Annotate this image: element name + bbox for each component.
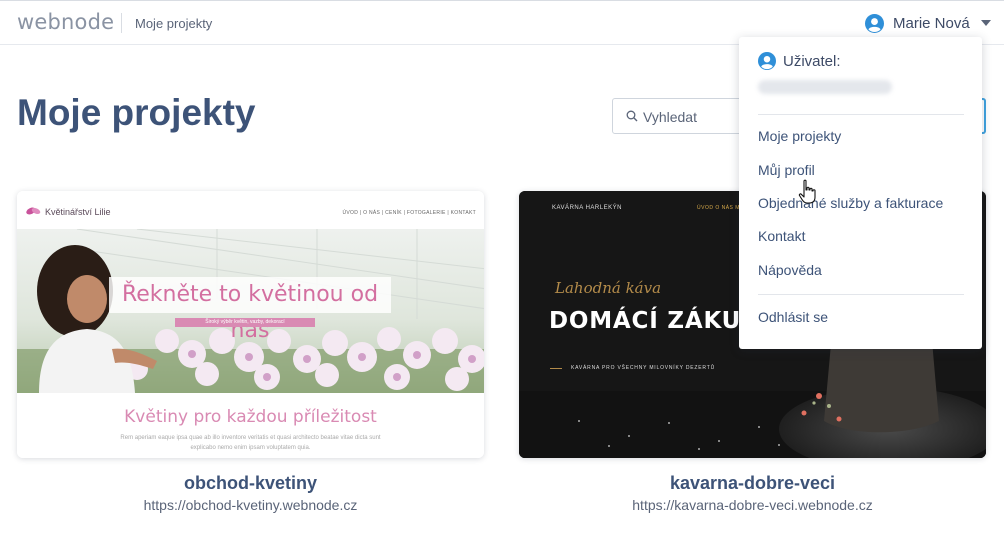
preview-subline: KAVÁRNA PRO VŠECHNY MILOVNÍKY DEZERTŮ — [571, 365, 715, 371]
menu-item-moje-projekty[interactable]: Moje projekty — [758, 128, 841, 144]
preview-section-text: Rem aperiam eaque ipsa quae ab illo inve… — [120, 435, 381, 451]
redacted-email — [758, 80, 892, 94]
webnode-logo[interactable]: webnode — [17, 10, 114, 34]
user-icon — [758, 52, 776, 70]
preview-brand: KAVÁRNA HARLEKÝN — [552, 205, 622, 211]
menu-item-logout[interactable]: Odhlásit se — [758, 309, 828, 325]
flower-logo-icon — [26, 207, 41, 215]
menu-item-objednane-sluzby[interactable]: Objednané služby a fakturace — [758, 195, 943, 211]
page-title: Moje projekty — [17, 92, 256, 133]
dropdown-user-header: Uživatel: — [758, 52, 841, 70]
chevron-down-icon — [980, 20, 991, 26]
user-dropdown-menu: Uživatel: Moje projekty Můj profil Objed… — [739, 37, 982, 349]
menu-divider — [758, 294, 964, 295]
preview-header: Květinářství Lilie ÚVOD | O NÁS | CENÍK … — [17, 191, 484, 229]
preview-subline: Široký výběr květin, vazby, dekorací — [175, 318, 315, 327]
breadcrumb[interactable]: Moje projekty — [135, 16, 212, 31]
user-label: Uživatel: — [783, 52, 841, 70]
project-url[interactable]: https://kavarna-dobre-veci.webnode.cz — [519, 497, 986, 513]
project-url[interactable]: https://obchod-kvetiny.webnode.cz — [17, 497, 484, 513]
search-icon — [626, 110, 638, 122]
project-name[interactable]: obchod-kvetiny — [17, 473, 484, 494]
project-name[interactable]: kavarna-dobre-veci — [519, 473, 986, 494]
topbar-divider — [121, 13, 122, 33]
preview-section: Květiny pro každou příležitost Rem aperi… — [17, 393, 484, 458]
preview-brand: Květinářství Lilie — [45, 207, 111, 217]
user-avatar-icon — [865, 13, 884, 33]
project-card-obchod-kvetiny[interactable]: Květinářství Lilie ÚVOD | O NÁS | CENÍK … — [17, 191, 484, 458]
user-menu-toggle[interactable]: Marie Nová — [865, 12, 991, 34]
menu-item-muj-profil[interactable]: Můj profil — [758, 162, 815, 178]
preview-script-heading: Lahodná káva — [555, 279, 662, 297]
preview-nav: ÚVOD | O NÁS | CENÍK | FOTOGALERIE | KON… — [342, 210, 476, 216]
hand-pointer-cursor-icon — [798, 179, 816, 204]
menu-divider — [758, 114, 964, 115]
menu-item-napoveda[interactable]: Nápověda — [758, 262, 822, 278]
search-placeholder: Vyhledat — [643, 109, 697, 125]
preview-divider — [550, 368, 562, 369]
preview-headline: Řekněte to květinou od nás — [109, 277, 391, 343]
menu-item-kontakt[interactable]: Kontakt — [758, 228, 805, 244]
user-name: Marie Nová — [893, 14, 970, 32]
preview-section-title: Květiny pro každou příležitost — [124, 407, 377, 427]
